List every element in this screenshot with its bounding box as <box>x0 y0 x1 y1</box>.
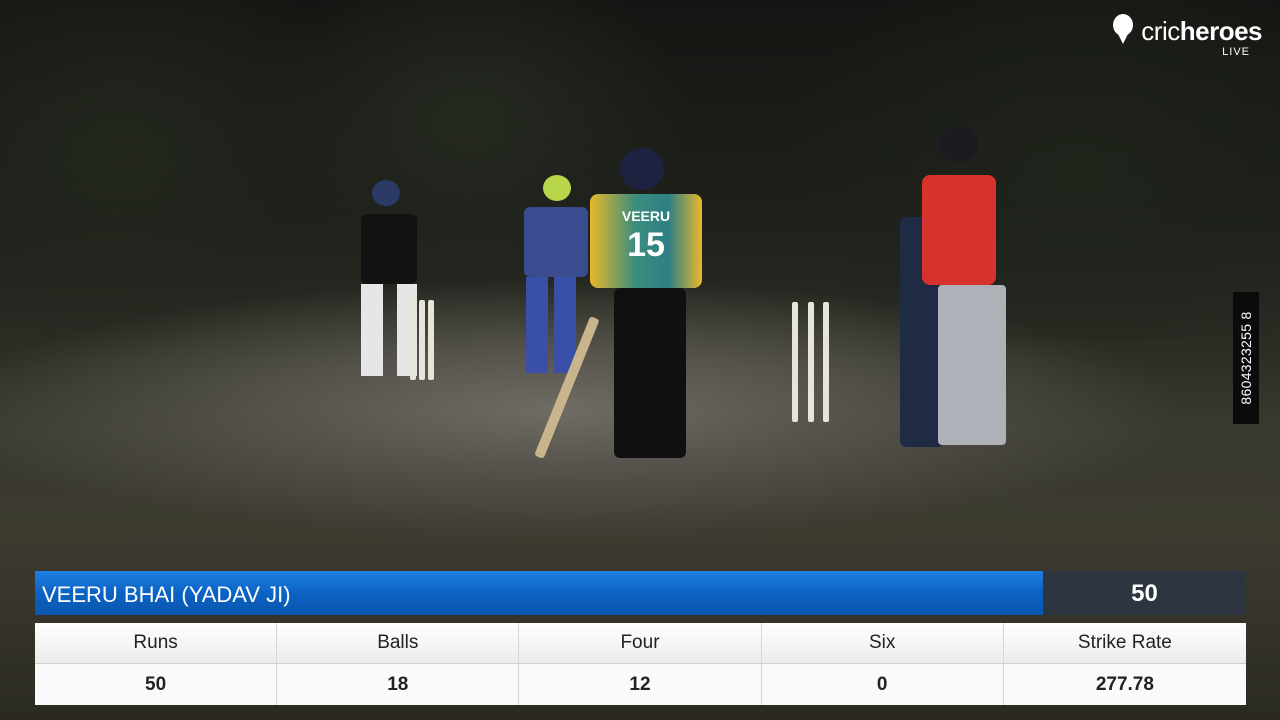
far-stump <box>428 300 434 380</box>
player-score: 50 <box>1131 580 1158 607</box>
player-stats-table: Runs Balls Four Six Strike Rate 50 18 12… <box>35 623 1246 705</box>
contact-number-strip: 8604323255 8 <box>1233 292 1259 424</box>
near-stump <box>792 302 798 422</box>
player-name: VEERU BHAI (YADAV JI) <box>42 582 291 607</box>
bulb-logo-icon <box>1113 14 1133 44</box>
brand-name: cricheroes <box>1141 16 1262 46</box>
jersey-name: VEERU <box>621 208 671 224</box>
cricheroes-logo: cricheroes LIVE <box>1112 14 1263 60</box>
stat-value-sixes: 0 <box>761 664 1004 705</box>
stat-value-balls: 18 <box>277 664 520 705</box>
batsman-veeru: VEERU 15 <box>586 148 706 466</box>
stat-value-fours: 12 <box>519 664 762 705</box>
far-stump <box>419 300 425 380</box>
brand-live-tag: LIVE <box>1222 46 1250 58</box>
stat-value-strike-rate: 277.78 <box>1003 664 1246 705</box>
far-stump <box>410 300 416 380</box>
contact-number: 8604323255 8 <box>1238 311 1254 405</box>
stat-header-strike-rate: Strike Rate <box>1003 623 1246 664</box>
player-score-box: 50 <box>1043 571 1246 615</box>
stat-header-fours: Four <box>519 623 762 664</box>
stat-value-runs: 50 <box>35 664 278 705</box>
near-stump <box>823 302 829 422</box>
near-stump <box>808 302 814 422</box>
stat-header-sixes: Six <box>761 623 1004 664</box>
umpire-red-shirt <box>900 125 1040 455</box>
player-name-bar: VEERU BHAI (YADAV JI) <box>35 571 1043 615</box>
jersey-number: 15 <box>627 226 665 264</box>
stat-header-runs: Runs <box>35 623 278 664</box>
stat-header-balls: Balls <box>277 623 520 664</box>
